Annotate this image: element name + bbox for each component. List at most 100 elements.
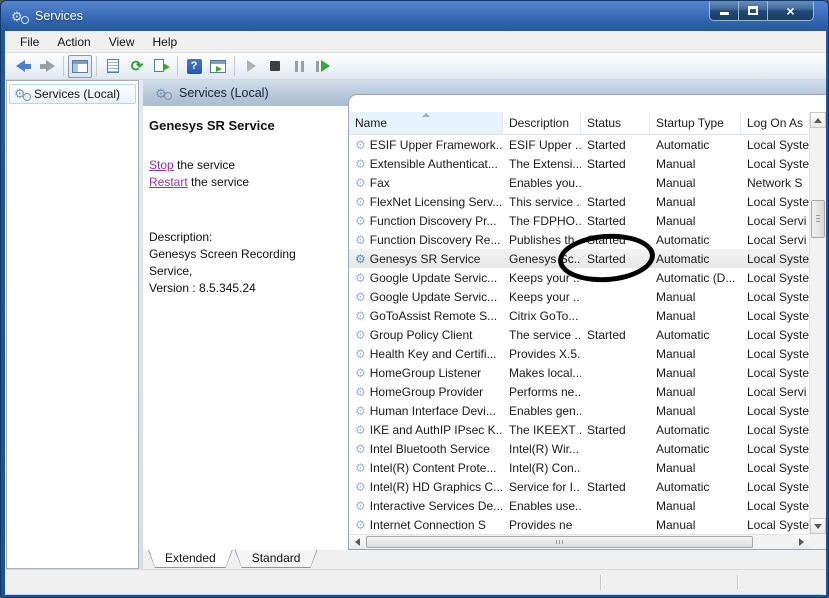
service-row[interactable]: ⚙Human Interface Devi... Enables gen... … xyxy=(349,401,809,420)
service-gear-icon: ⚙ xyxy=(355,424,366,436)
scrollbar-corner xyxy=(809,534,826,549)
restart-service-button[interactable] xyxy=(311,55,335,78)
service-row[interactable]: ⚙ESIF Upper Framework... ESIF Upper ... … xyxy=(349,135,809,154)
minimize-button[interactable] xyxy=(710,1,739,20)
services-app-icon: ⚙ xyxy=(11,8,27,24)
properties-button[interactable] xyxy=(101,55,125,78)
maximize-button[interactable] xyxy=(739,1,768,20)
service-gear-icon: ⚙ xyxy=(355,139,366,151)
restart-service-line: Restart the service xyxy=(149,174,340,191)
service-row[interactable]: ⚙Health Key and Certifi... Provides X.5.… xyxy=(349,344,809,363)
scroll-down-button[interactable] xyxy=(810,518,826,534)
show-action-pane-icon xyxy=(210,60,226,73)
tab-standard[interactable]: Standard xyxy=(235,550,318,568)
toolbar-separator xyxy=(234,56,235,76)
pause-service-icon xyxy=(295,61,304,72)
service-gear-icon: ⚙ xyxy=(355,291,366,303)
service-row[interactable]: ⚙Google Update Servic... Keeps your ... … xyxy=(349,268,809,287)
forward-icon xyxy=(40,60,55,72)
titlebar[interactable]: ⚙ Services × xyxy=(1,1,828,31)
scroll-up-button[interactable] xyxy=(810,112,826,128)
service-row[interactable]: ⚙HomeGroup Listener Makes local... Manua… xyxy=(349,363,809,382)
service-row[interactable]: ⚙Extensible Authenticat... The Extensi..… xyxy=(349,154,809,173)
column-header-status[interactable]: Status xyxy=(581,112,650,134)
services-window: ⚙ Services × File Action View Help xyxy=(0,0,829,598)
service-row[interactable]: ⚙Function Discovery Re... Publishes th..… xyxy=(349,230,809,249)
service-gear-icon: ⚙ xyxy=(355,405,366,417)
refresh-button[interactable]: ⟳ xyxy=(125,55,149,78)
window-title: Services xyxy=(35,9,83,23)
service-gear-icon: ⚙ xyxy=(355,500,366,512)
service-gear-icon: ⚙ xyxy=(355,462,366,474)
pause-service-button[interactable] xyxy=(287,55,311,78)
service-row[interactable]: ⚙HomeGroup Provider Performs ne... Manua… xyxy=(349,382,809,401)
column-header-log-on-as[interactable]: Log On As xyxy=(741,112,809,134)
service-gear-icon: ⚙ xyxy=(355,329,366,341)
menu-bar: File Action View Help xyxy=(5,31,826,53)
service-gear-icon: ⚙ xyxy=(355,310,366,322)
tree-item-services-local[interactable]: ⚙ Services (Local) xyxy=(9,84,136,104)
service-row[interactable]: ⚙IKE and AuthIP IPsec K... The IKEEXT ..… xyxy=(349,420,809,439)
service-row[interactable]: ⚙Fax Enables you... Manual Network S xyxy=(349,173,809,192)
service-gear-icon: ⚙ xyxy=(355,177,366,189)
stop-service-button[interactable] xyxy=(263,55,287,78)
service-gear-icon: ⚙ xyxy=(355,481,366,493)
service-gear-icon: ⚙ xyxy=(355,367,366,379)
show-action-pane-button[interactable] xyxy=(206,55,230,78)
description-line1: Genesys Screen Recording Service, xyxy=(149,246,340,280)
service-row[interactable]: ⚙Google Update Servic... Keeps your ... … xyxy=(349,287,809,306)
service-gear-icon: ⚙ xyxy=(355,519,366,531)
menu-file[interactable]: File xyxy=(11,33,48,51)
back-button[interactable] xyxy=(11,55,35,78)
service-row[interactable]: ⚙Interactive Services De... Enables use.… xyxy=(349,496,809,515)
toolbar-separator xyxy=(96,56,97,76)
restart-service-icon xyxy=(316,60,330,72)
column-header-name[interactable]: Name xyxy=(349,112,503,134)
vertical-scrollbar[interactable] xyxy=(809,112,826,534)
window-controls: × xyxy=(709,1,814,21)
help-button[interactable]: ? xyxy=(182,55,206,78)
refresh-icon: ⟳ xyxy=(131,59,144,74)
vertical-scrollbar-thumb[interactable] xyxy=(811,200,825,238)
service-row[interactable]: ⚙Genesys SR Service Genesys Sc... Starte… xyxy=(349,249,809,268)
horizontal-scrollbar[interactable] xyxy=(349,534,809,549)
service-row[interactable]: ⚙Intel Bluetooth Service Intel(R) Wir...… xyxy=(349,439,809,458)
show-console-tree-icon xyxy=(72,60,88,73)
service-row[interactable]: ⚙GoToAssist Remote S... Citrix GoTo... M… xyxy=(349,306,809,325)
service-row[interactable]: ⚙FlexNet Licensing Serv... This service … xyxy=(349,192,809,211)
stop-service-link[interactable]: Stop xyxy=(149,158,174,172)
service-gear-icon: ⚙ xyxy=(355,443,366,455)
start-service-button[interactable] xyxy=(239,55,263,78)
service-row[interactable]: ⚙Internet Connection S Provides ne Manua… xyxy=(349,515,809,532)
export-list-button[interactable] xyxy=(149,55,173,78)
maximize-icon xyxy=(748,6,758,15)
help-icon: ? xyxy=(187,59,202,74)
service-row[interactable]: ⚙Group Policy Client The service ... Sta… xyxy=(349,325,809,344)
close-button[interactable]: × xyxy=(768,1,813,20)
horizontal-scrollbar-thumb[interactable] xyxy=(366,536,753,548)
service-gear-icon: ⚙ xyxy=(355,253,366,265)
tab-extended[interactable]: Extended xyxy=(148,550,233,568)
scroll-down-icon xyxy=(814,524,822,529)
menu-action[interactable]: Action xyxy=(48,33,99,51)
service-row[interactable]: ⚙Function Discovery Pr... The FDPHO... S… xyxy=(349,211,809,230)
stop-service-suffix: the service xyxy=(174,158,235,172)
service-gear-icon: ⚙ xyxy=(355,196,366,208)
column-header-startup-type[interactable]: Startup Type xyxy=(650,112,741,134)
panel-header-title: Services (Local) xyxy=(179,86,269,100)
selected-service-title: Genesys SR Service xyxy=(149,118,340,133)
scroll-right-button[interactable] xyxy=(793,535,809,549)
service-row[interactable]: ⚙Intel(R) HD Graphics C... Service for I… xyxy=(349,477,809,496)
console-tree-panel: ⚙ Services (Local) xyxy=(6,80,139,569)
menu-help[interactable]: Help xyxy=(144,33,187,51)
forward-button[interactable] xyxy=(35,55,59,78)
column-header-description[interactable]: Description xyxy=(503,112,581,134)
scroll-left-button[interactable] xyxy=(349,535,365,549)
show-console-tree-button[interactable] xyxy=(68,55,92,78)
extended-info-pane: Genesys SR Service Stop the service Rest… xyxy=(143,106,348,550)
main-panel: ⚙ Services (Local) Genesys SR Service St… xyxy=(143,80,826,569)
back-icon xyxy=(16,60,31,72)
restart-service-link[interactable]: Restart xyxy=(149,175,188,189)
menu-view[interactable]: View xyxy=(100,33,144,51)
service-row[interactable]: ⚙Intel(R) Content Prote... Intel(R) Con.… xyxy=(349,458,809,477)
